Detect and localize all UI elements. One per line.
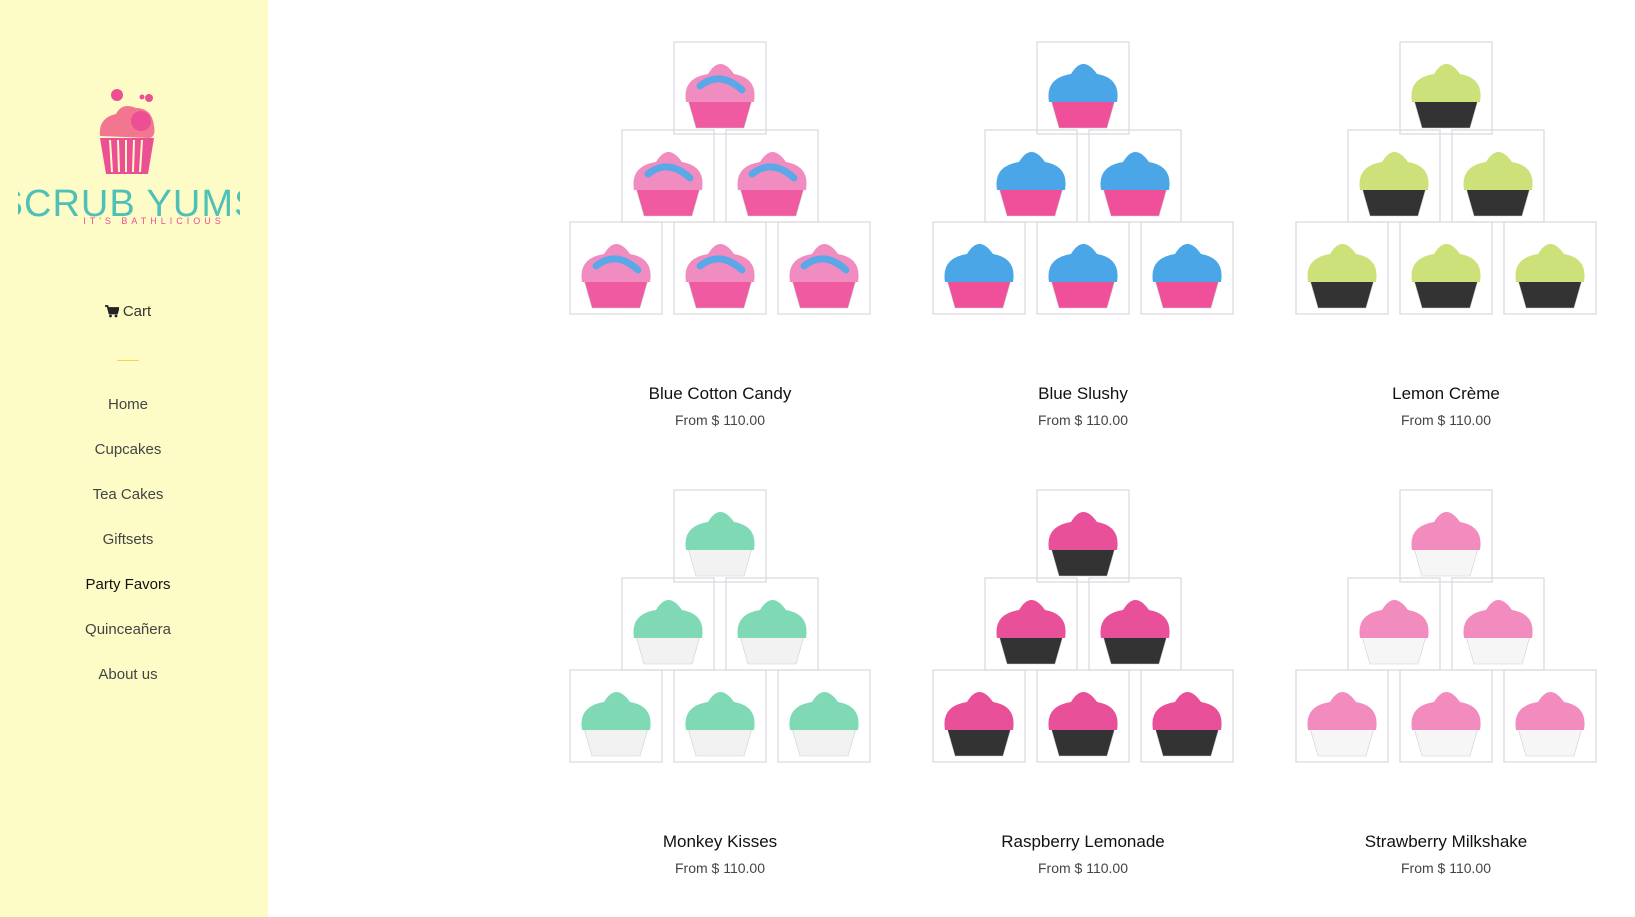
nav-item-about-us[interactable]: About us	[0, 666, 256, 711]
cart-link[interactable]: Cart	[0, 303, 256, 320]
product-price: From $ 110.00	[1037, 860, 1128, 876]
product-title[interactable]: Strawberry Milkshake	[1276, 832, 1616, 852]
product-card[interactable]: Lemon Crème From $ 110.00	[1276, 30, 1616, 428]
nav-item-cupcakes[interactable]: Cupcakes	[0, 441, 256, 486]
cupcake-illustration	[569, 669, 663, 763]
product-image[interactable]	[913, 478, 1253, 808]
product-title[interactable]: Raspberry Lemonade	[913, 832, 1253, 852]
cupcake-illustration	[777, 669, 871, 763]
cupcake-illustration	[932, 669, 1026, 763]
cupcake-illustration	[673, 41, 767, 135]
brand-tagline: IT'S BATHLICIOUS	[83, 216, 225, 226]
cupcake-illustration	[673, 221, 767, 315]
cupcake-illustration	[777, 221, 871, 315]
sidebar: SCRUB YUMS IT'S BATHLICIOUS Cart Home Cu…	[0, 0, 268, 917]
cupcake-illustration	[1347, 577, 1441, 671]
product-image[interactable]	[550, 478, 890, 808]
shopping-cart-icon	[104, 305, 120, 318]
nav-item-party-favors[interactable]: Party Favors	[0, 576, 256, 621]
cupcake-illustration	[1036, 221, 1130, 315]
cupcake-illustration	[1399, 41, 1493, 135]
cupcake-illustration	[1503, 669, 1597, 763]
cupcake-illustration	[673, 489, 767, 583]
product-price: From $ 110.00	[674, 860, 765, 876]
product-card[interactable]: Blue Cotton Candy From $ 110.00	[550, 30, 890, 428]
product-card[interactable]: Raspberry Lemonade From $ 110.00	[913, 478, 1253, 876]
cupcake-illustration	[673, 669, 767, 763]
cupcake-illustration	[984, 577, 1078, 671]
cupcake-illustration	[1399, 489, 1493, 583]
cupcake-illustration	[1295, 221, 1389, 315]
cupcake-illustration	[1451, 129, 1545, 223]
cupcake-illustration	[1347, 129, 1441, 223]
cupcake-illustration	[621, 577, 715, 671]
product-title[interactable]: Blue Cotton Candy	[550, 384, 890, 404]
nav-item-tea-cakes[interactable]: Tea Cakes	[0, 486, 256, 531]
nav-item-giftsets[interactable]: Giftsets	[0, 531, 256, 576]
product-image[interactable]	[1276, 30, 1616, 360]
nav-item-home[interactable]: Home	[0, 396, 256, 441]
cupcake-illustration	[1295, 669, 1389, 763]
product-card[interactable]: Blue Slushy From $ 110.00	[913, 30, 1253, 428]
product-image[interactable]	[550, 30, 890, 360]
cart-label: Cart	[122, 303, 152, 320]
cupcake-illustration	[1140, 221, 1234, 315]
cupcake-illustration	[1399, 669, 1493, 763]
cupcake-illustration	[1036, 41, 1130, 135]
product-price: From $ 110.00	[674, 412, 765, 428]
product-title[interactable]: Monkey Kisses	[550, 832, 890, 852]
product-price: From $ 110.00	[1400, 412, 1491, 428]
cupcake-illustration	[1451, 577, 1545, 671]
cupcake-illustration	[1036, 489, 1130, 583]
nav-item-quinceanera[interactable]: Quinceañera	[0, 621, 256, 666]
cupcake-illustration	[621, 129, 715, 223]
cupcake-illustration	[1088, 577, 1182, 671]
product-image[interactable]	[913, 30, 1253, 360]
cupcake-illustration	[1140, 669, 1234, 763]
product-card[interactable]: Strawberry Milkshake From $ 110.00	[1276, 478, 1616, 876]
product-card[interactable]: Monkey Kisses From $ 110.00	[550, 478, 890, 876]
product-price: From $ 110.00	[1400, 860, 1491, 876]
cupcake-illustration	[1399, 221, 1493, 315]
brand-logo[interactable]: SCRUB YUMS IT'S BATHLICIOUS	[18, 88, 240, 248]
product-title[interactable]: Blue Slushy	[913, 384, 1253, 404]
product-title[interactable]: Lemon Crème	[1276, 384, 1616, 404]
cupcake-illustration	[1036, 669, 1130, 763]
cupcake-illustration	[569, 221, 663, 315]
product-price: From $ 110.00	[1037, 412, 1128, 428]
product-image[interactable]	[1276, 478, 1616, 808]
cupcake-illustration	[984, 129, 1078, 223]
cupcake-illustration	[932, 221, 1026, 315]
cupcake-illustration	[725, 577, 819, 671]
cupcake-illustration	[725, 129, 819, 223]
sidebar-nav: Home Cupcakes Tea Cakes Giftsets Party F…	[0, 396, 256, 711]
cupcake-illustration	[1088, 129, 1182, 223]
cupcake-illustration	[1503, 221, 1597, 315]
sidebar-divider	[117, 360, 139, 361]
